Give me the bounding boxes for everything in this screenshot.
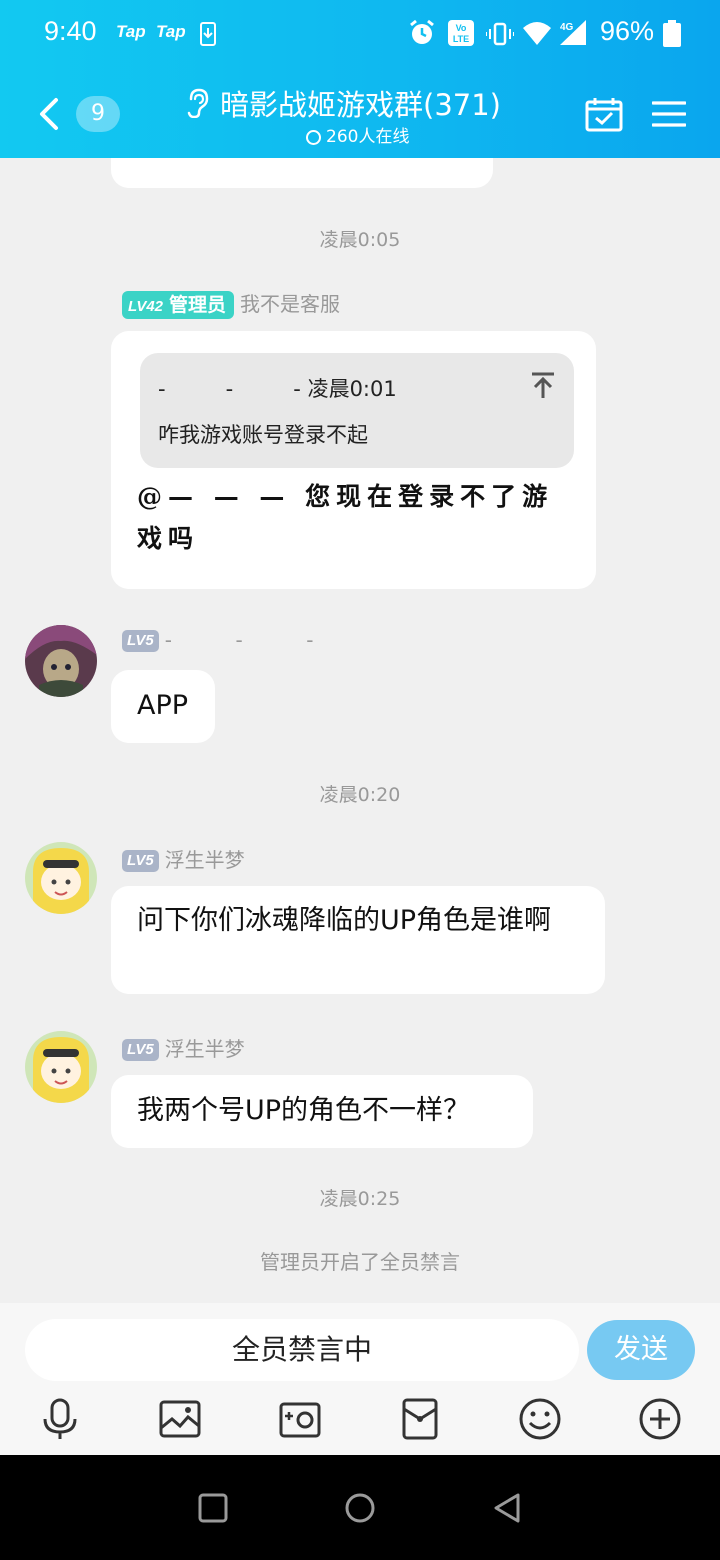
message-bubble[interactable]: - - - 凌晨0:01 咋我游戏账号登录不起 @— — — 您现在登录不了游戏… <box>111 331 596 589</box>
battery-icon <box>663 20 681 47</box>
battery-percent: 96% <box>600 16 655 46</box>
back-icon[interactable] <box>34 94 66 134</box>
red-packet-icon[interactable] <box>398 1397 442 1441</box>
sender-row: LV5 浮生半梦 <box>122 1033 245 1061</box>
message-text: @— — — 您现在登录不了游戏吗 <box>137 482 554 553</box>
sender-name[interactable]: 浮生半梦 <box>165 1037 245 1061</box>
svg-text:4G: 4G <box>560 22 574 33</box>
timestamp: 凌晨0:25 <box>319 1188 401 1210</box>
timestamp: 凌晨0:05 <box>319 229 401 251</box>
sender-name[interactable]: 浮生半梦 <box>165 848 245 872</box>
level-badge: LV5 <box>122 850 159 872</box>
quote-header: - - - 凌晨0:01 <box>158 377 397 401</box>
jump-to-top-icon[interactable] <box>530 371 556 399</box>
plus-icon[interactable] <box>638 1397 682 1441</box>
sender-name[interactable]: - - - <box>165 628 314 652</box>
tap-tap-notification-icon-2: Tap <box>156 22 186 41</box>
system-nav-bar <box>0 1455 720 1560</box>
avatar[interactable] <box>25 842 97 914</box>
volte-icon: Vo LTE <box>448 20 474 46</box>
sender-row: LV42 管理员 我不是客服 <box>122 288 340 319</box>
message-bubble[interactable]: APP <box>111 670 215 743</box>
message-bubble[interactable]: 我两个号UP的角色不一样？ <box>111 1075 533 1148</box>
message-input[interactable]: 全员禁言中 <box>25 1319 579 1381</box>
avatar[interactable] <box>25 625 97 697</box>
menu-icon[interactable] <box>652 100 686 128</box>
group-title[interactable]: 暗影战姬游戏群(371) <box>220 82 501 124</box>
status-bar: 9:40 Tap Tap Vo LTE 4G 96% <box>0 0 720 70</box>
emoji-icon[interactable] <box>518 1397 562 1441</box>
unread-count-badge[interactable]: 9 <box>76 96 120 132</box>
message-bubble-partial[interactable]: 管理员，其中这手是不是 <box>111 158 493 188</box>
chat-nav-bar: 9 暗影战姬游戏群(371) 260人在线 <box>0 70 720 158</box>
cell-signal-icon: 4G <box>560 20 586 45</box>
timestamp: 凌晨0:20 <box>319 784 401 806</box>
sender-row: LV5 浮生半梦 <box>122 844 245 872</box>
header: 9:40 Tap Tap Vo LTE 4G 96% 9 暗影战姬游戏群(371… <box>0 0 720 158</box>
admin-badge: LV42 管理员 <box>122 291 235 319</box>
recent-apps-icon[interactable] <box>196 1491 230 1525</box>
avatar[interactable] <box>25 1031 97 1103</box>
camera-icon[interactable] <box>278 1397 322 1441</box>
sender-row: LV5 - - - <box>122 628 314 656</box>
tap-tap-notification-icon: Tap <box>116 22 146 41</box>
quote-text: 咋我游戏账号登录不起 <box>158 423 368 447</box>
chat-message-list[interactable]: 管理员，其中这手是不是 凌晨0:05 LV42管理员我不是客服 - - - 凌晨… <box>0 158 720 1303</box>
status-time: 9:40 <box>44 16 97 46</box>
back-nav-icon[interactable] <box>490 1491 524 1525</box>
alarm-icon <box>410 19 434 44</box>
svg-text:LTE: LTE <box>453 34 469 44</box>
calendar-check-icon[interactable] <box>585 96 623 132</box>
message-bubble[interactable]: 问下你们冰魂降临的UP角色是谁啊 <box>111 886 605 994</box>
send-button[interactable]: 发送 <box>587 1320 695 1380</box>
image-icon[interactable] <box>158 1397 202 1441</box>
ear-icon[interactable] <box>184 88 210 118</box>
microphone-icon[interactable] <box>38 1397 82 1441</box>
quoted-message[interactable]: - - - 凌晨0:01 咋我游戏账号登录不起 <box>140 353 574 468</box>
vibrate-icon <box>486 22 514 46</box>
home-icon[interactable] <box>343 1491 377 1525</box>
download-icon <box>200 22 216 46</box>
level-badge: LV5 <box>122 1039 159 1061</box>
online-check-icon <box>306 130 321 145</box>
svg-text:Vo: Vo <box>456 23 467 33</box>
system-notice: 管理员开启了全员禁言 <box>260 1250 460 1274</box>
online-count: 260人在线 <box>306 122 409 147</box>
wifi-icon <box>523 22 551 45</box>
sender-name[interactable]: 我不是客服 <box>240 292 340 316</box>
level-badge: LV5 <box>122 630 159 652</box>
input-bar: 全员禁言中 发送 <box>0 1303 720 1455</box>
